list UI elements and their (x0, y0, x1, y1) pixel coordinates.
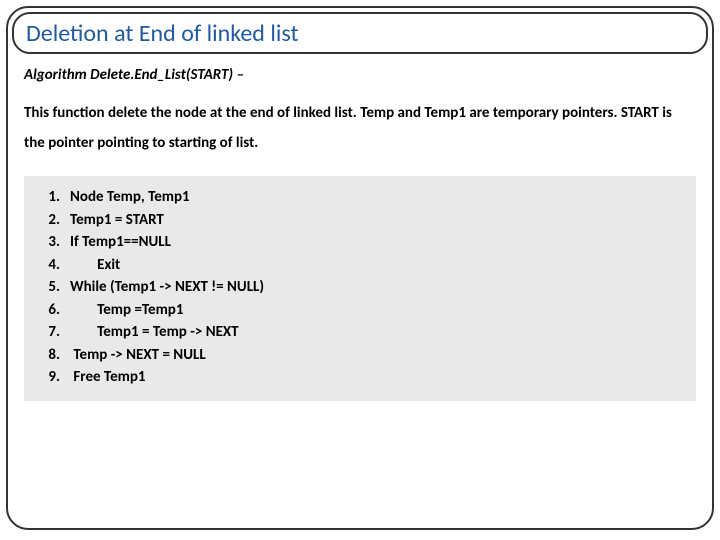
code-line: 5. While (Temp1 -> NEXT != NULL) (36, 276, 684, 299)
code-line-number: 9. (36, 366, 60, 389)
slide: Deletion at End of linked list Algorithm… (0, 0, 720, 540)
code-line-number: 1. (36, 186, 60, 209)
code-line-text: Temp1 = Temp -> NEXT (70, 321, 239, 344)
code-line: 4. Exit (36, 254, 684, 277)
code-line-text: Free Temp1 (70, 366, 145, 389)
code-line: 7. Temp1 = Temp -> NEXT (36, 321, 684, 344)
code-line: 1. Node Temp, Temp1 (36, 186, 684, 209)
code-line: 3. If Temp1==NULL (36, 231, 684, 254)
code-line-text: If Temp1==NULL (70, 231, 171, 254)
code-line-number: 8. (36, 344, 60, 367)
slide-frame: Deletion at End of linked list Algorithm… (6, 6, 714, 530)
code-line-number: 7. (36, 321, 60, 344)
code-line: 6. Temp =Temp1 (36, 299, 684, 322)
code-line-text: Exit (70, 254, 120, 277)
code-line-text: Node Temp, Temp1 (70, 186, 190, 209)
algorithm-heading: Algorithm Delete.End_List(START) – (24, 66, 696, 84)
code-line-text: While (Temp1 -> NEXT != NULL) (70, 276, 264, 299)
code-line: 9. Free Temp1 (36, 366, 684, 389)
code-line-number: 4. (36, 254, 60, 277)
slide-body: Algorithm Delete.End_List(START) – This … (24, 66, 696, 401)
code-line: 8. Temp -> NEXT = NULL (36, 344, 684, 367)
code-line-number: 6. (36, 299, 60, 322)
code-line: 2. Temp1 = START (36, 209, 684, 232)
code-line-text: Temp -> NEXT = NULL (70, 344, 206, 367)
algorithm-code-block: 1. Node Temp, Temp1 2. Temp1 = START 3. If … (24, 176, 696, 401)
slide-title: Deletion at End of linked list (26, 19, 299, 48)
code-line-text: Temp1 = START (70, 209, 164, 232)
code-line-number: 5. (36, 276, 60, 299)
code-line-number: 3. (36, 231, 60, 254)
code-line-text: Temp =Temp1 (70, 299, 183, 322)
algorithm-description: This function delete the node at the end… (24, 98, 696, 158)
title-bar: Deletion at End of linked list (12, 12, 708, 54)
code-line-number: 2. (36, 209, 60, 232)
